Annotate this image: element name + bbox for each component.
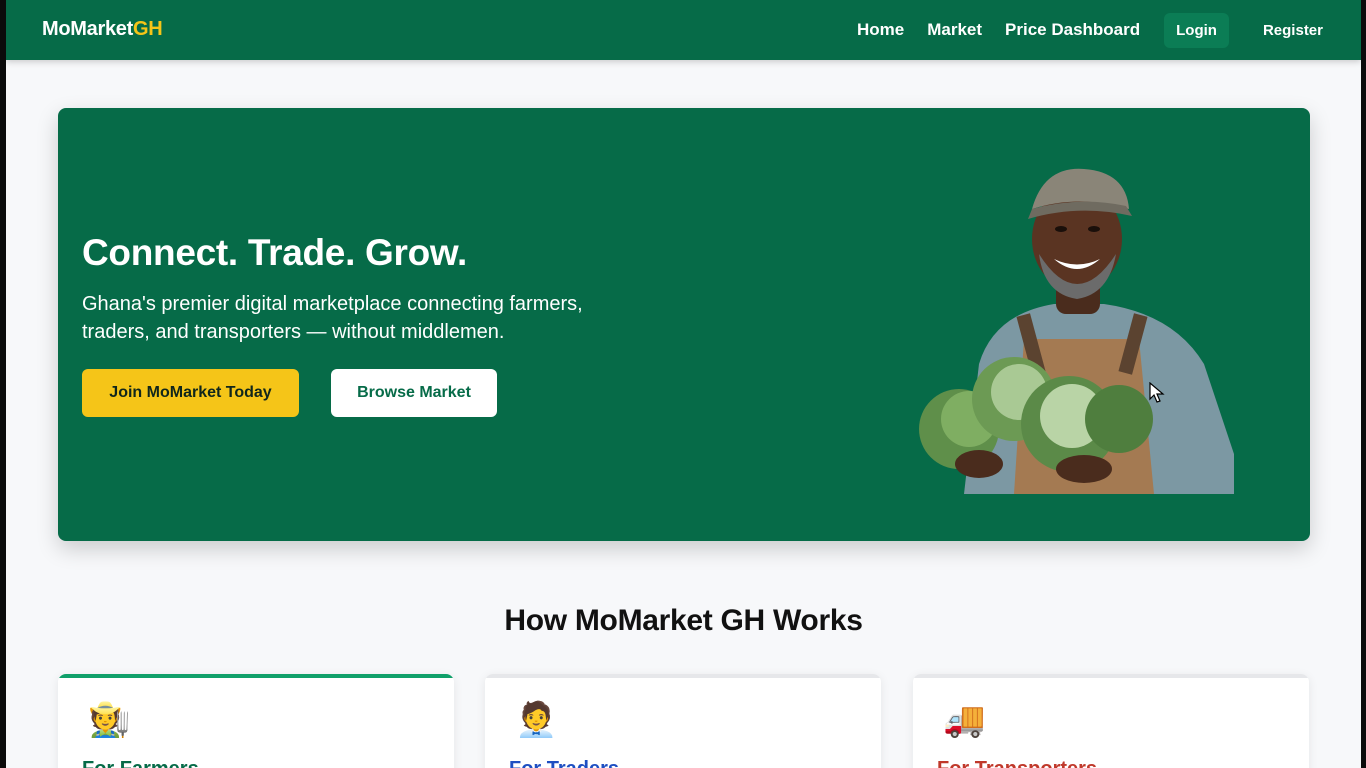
farmer-icon: 🧑‍🌾	[88, 701, 131, 739]
card-top-bar	[485, 674, 881, 678]
brand-accent: GH	[132, 18, 163, 40]
nav-link-home[interactable]: Home	[857, 20, 904, 40]
hero-banner: Connect. Trade. Grow. Ghana's premier di…	[58, 108, 1310, 541]
page: MoMarketGH Home Market Price Dashboard L…	[6, 0, 1361, 768]
trader-icon: 🧑‍💼	[515, 701, 558, 739]
nav-links: Home Market Price Dashboard Login Regist…	[834, 0, 1333, 60]
card-title: For Farmers	[82, 758, 199, 768]
login-button[interactable]: Login	[1164, 12, 1229, 48]
window-edge-right	[1361, 0, 1366, 768]
card-title: For Traders	[509, 758, 619, 768]
register-button[interactable]: Register	[1253, 13, 1333, 48]
brand-logo[interactable]: MoMarketGH	[42, 18, 163, 41]
card-transporters[interactable]: 🚚 For Transporters	[913, 674, 1309, 768]
browse-market-button[interactable]: Browse Market	[331, 369, 497, 417]
hero-subtitle: Ghana's premier digital marketplace conn…	[82, 293, 583, 343]
card-traders[interactable]: 🧑‍💼 For Traders	[485, 674, 881, 768]
card-title: For Transporters	[937, 758, 1097, 768]
card-farmers[interactable]: 🧑‍🌾 For Farmers	[58, 674, 454, 768]
join-button[interactable]: Join MoMarket Today	[82, 369, 299, 417]
farmer-image	[919, 168, 1234, 494]
nav-link-market[interactable]: Market	[927, 20, 982, 40]
card-top-bar	[58, 674, 454, 678]
card-top-bar	[913, 674, 1309, 678]
truck-icon: 🚚	[943, 701, 986, 739]
section-title: How MoMarket GH Works	[504, 604, 863, 637]
mouse-cursor-icon	[1149, 382, 1165, 403]
navbar: MoMarketGH Home Market Price Dashboard L…	[6, 0, 1361, 60]
hero-title: Connect. Trade. Grow.	[82, 232, 468, 273]
nav-link-price-dashboard[interactable]: Price Dashboard	[1005, 20, 1140, 40]
brand-main: MoMarket	[42, 18, 133, 40]
